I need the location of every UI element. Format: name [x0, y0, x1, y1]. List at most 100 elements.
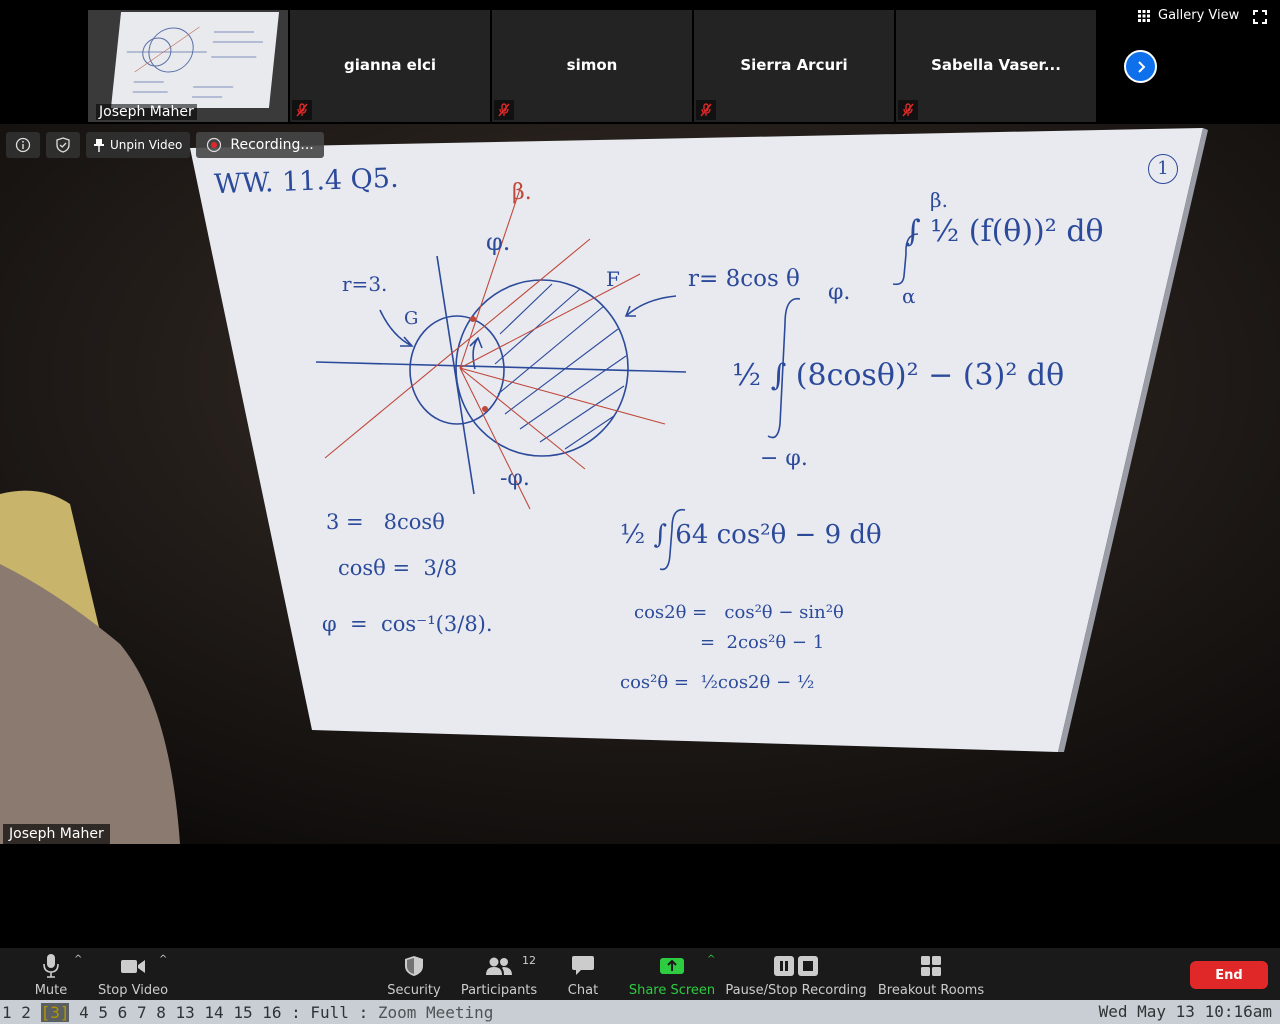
mic-muted-icon	[494, 100, 514, 120]
mini-whiteboard	[110, 12, 280, 108]
workspace-7[interactable]: 7	[137, 1003, 147, 1022]
encryption-button[interactable]	[46, 132, 80, 158]
workspace-14[interactable]: 14	[204, 1003, 223, 1022]
share-options-caret[interactable]: ^	[707, 954, 715, 965]
chat-label: Chat	[567, 983, 599, 998]
identity-1: cos2θ = cos²θ − sin²θ	[634, 602, 844, 623]
equation-1: 3 = 8cosθ	[326, 510, 445, 534]
security-button[interactable]: Security	[386, 952, 442, 998]
share-arrow-icon	[660, 958, 684, 974]
unpin-video-label: Unpin Video	[110, 138, 183, 152]
mic-muted-icon	[898, 100, 918, 120]
formula-integral-3: ½ ∫ 64 cos²θ − 9 dθ	[620, 520, 882, 550]
equation-3: φ = cos⁻¹(3/8).	[322, 612, 493, 636]
participant-count-badge: 12	[522, 954, 536, 967]
audio-options-caret[interactable]: ^	[74, 954, 82, 965]
label-r3: r=3.	[342, 272, 388, 296]
formula-integral-2: ½ ∫ (8cosθ)² − (3)² dθ	[732, 358, 1065, 393]
participants-icon	[486, 957, 512, 975]
main-video: WW. 11.4 Q5. 1 r=3. G F r= 8cos θ β. φ. …	[0, 124, 1280, 844]
pause-stop-recording-label: Pause/Stop Recording	[725, 983, 867, 998]
info-icon	[15, 137, 31, 153]
share-screen-label: Share Screen	[628, 983, 716, 998]
formula-area: ∫ ½ (f(θ))² dθ	[905, 214, 1104, 249]
chat-bubble-icon	[572, 956, 594, 975]
thumbnail-self[interactable]: Joseph Maher	[88, 10, 288, 122]
workspace-6[interactable]: 6	[118, 1003, 128, 1022]
participants-label: Participants	[460, 983, 538, 998]
thumbnail-name: gianna elci	[343, 56, 437, 74]
identity-3: cos²θ = ½cos2θ − ½	[620, 672, 815, 693]
mute-label: Mute	[34, 983, 68, 998]
limit-neg-phi: − φ.	[760, 446, 808, 471]
pin-icon	[94, 139, 104, 152]
gallery-view-button[interactable]: Gallery View	[1138, 8, 1239, 23]
shield-icon	[56, 137, 70, 153]
unpin-video-button[interactable]: Unpin Video	[86, 132, 191, 158]
workspace-15[interactable]: 15	[233, 1003, 252, 1022]
video-topbar: Unpin Video Recording...	[6, 132, 324, 158]
workspace-2[interactable]: 2	[21, 1003, 31, 1022]
stop-video-label: Stop Video	[97, 983, 169, 998]
chevron-right-icon	[1137, 60, 1145, 73]
whiteboard-text: WW. 11.4 Q5. 1 r=3. G F r= 8cos θ β. φ. …	[0, 124, 1280, 844]
label-r8cos: r= 8cos θ	[688, 266, 800, 292]
thumbnail-strip: Joseph Maher gianna elci simon Sierra Ar…	[0, 0, 1280, 124]
focused-window-title: Zoom Meeting	[377, 1002, 494, 1022]
chat-button[interactable]: Chat	[566, 952, 600, 998]
breakout-rooms-label: Breakout Rooms	[877, 983, 985, 998]
workspace-list: 1 2 [3] 4 5 6 7 8 13 14 15 16	[2, 1002, 291, 1022]
recording-indicator[interactable]: Recording...	[196, 132, 324, 158]
label-f: F	[606, 267, 620, 291]
thumbnail-name: Sabella Vaser...	[931, 56, 1061, 74]
workspace-3[interactable]: [3]	[40, 1002, 70, 1022]
formula-beta: β.	[930, 188, 948, 212]
equation-2: cosθ = 3/8	[338, 556, 458, 580]
next-page-button[interactable]	[1124, 50, 1157, 83]
board-page-number: 1	[1148, 154, 1178, 184]
security-shield-icon	[405, 956, 423, 976]
window-manager-statusbar: 1 2 [3] 4 5 6 7 8 13 14 15 16 : Full : Z…	[0, 1000, 1280, 1024]
pause-stop-icon	[774, 956, 818, 976]
thumbnail-name: Sierra Arcuri	[740, 56, 848, 74]
meeting-toolbar: Mute ^ Stop Video ^ Security Participant…	[0, 948, 1280, 1000]
mic-muted-icon	[292, 100, 312, 120]
end-meeting-button[interactable]: End	[1190, 961, 1268, 989]
thumbnail-participant[interactable]: Sabella Vaser...	[896, 10, 1096, 122]
workspace-5[interactable]: 5	[98, 1003, 108, 1022]
label-g: G	[404, 308, 419, 329]
mic-muted-icon	[696, 100, 716, 120]
share-screen-button[interactable]: Share Screen	[628, 952, 716, 998]
workspace-1[interactable]: 1	[2, 1003, 12, 1022]
security-label: Security	[387, 983, 441, 998]
thumbnail-name: simon	[566, 56, 618, 74]
workspace-8[interactable]: 8	[156, 1003, 166, 1022]
mute-button[interactable]: Mute	[34, 952, 68, 998]
gallery-view-label: Gallery View	[1158, 8, 1240, 23]
thumbnail-participant[interactable]: gianna elci	[290, 10, 490, 122]
speaker-name-tag: Joseph Maher	[3, 824, 110, 844]
label-beta: β.	[512, 180, 532, 205]
pause-stop-recording-button[interactable]: Pause/Stop Recording	[725, 952, 867, 998]
stop-video-button[interactable]: Stop Video	[98, 952, 168, 998]
record-icon	[207, 137, 222, 153]
meeting-info-button[interactable]	[6, 132, 40, 158]
workspace-4[interactable]: 4	[79, 1003, 89, 1022]
recording-label: Recording...	[230, 137, 314, 153]
thumbnail-participant[interactable]: Sierra Arcuri	[694, 10, 894, 122]
breakout-rooms-button[interactable]: Breakout Rooms	[878, 952, 984, 998]
breakout-grid-icon	[921, 956, 941, 976]
thumbnail-name: Joseph Maher	[96, 104, 197, 120]
video-camera-icon	[121, 960, 145, 973]
layout-mode: : Full :	[291, 1002, 369, 1022]
fullscreen-icon[interactable]	[1253, 10, 1267, 24]
workspace-13[interactable]: 13	[176, 1003, 195, 1022]
formula-alpha: α	[902, 284, 916, 308]
workspace-16[interactable]: 16	[262, 1003, 281, 1022]
gallery-grid-icon	[1138, 9, 1150, 22]
board-title: WW. 11.4 Q5.	[213, 162, 400, 201]
thumbnail-participant[interactable]: simon	[492, 10, 692, 122]
label-phi-top: φ.	[486, 228, 511, 256]
video-options-caret[interactable]: ^	[159, 954, 167, 965]
limit-phi: φ.	[828, 280, 851, 305]
